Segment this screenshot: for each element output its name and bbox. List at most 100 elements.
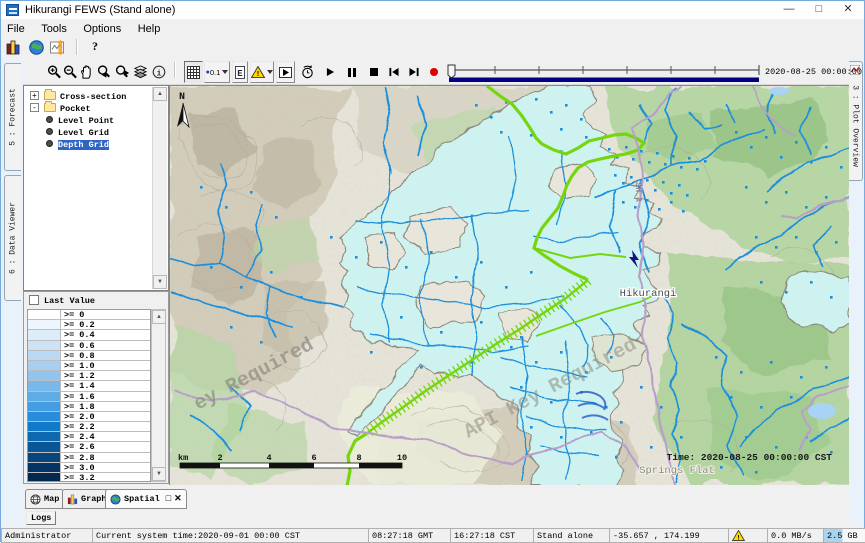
legend-row[interactable]: >= 0.6: [28, 341, 150, 351]
tree-item-pocket[interactable]: - Pocket: [26, 102, 151, 114]
close-button[interactable]: ✕: [833, 2, 863, 18]
logs-button[interactable]: Logs: [26, 511, 56, 525]
svg-text:i: i: [156, 68, 161, 78]
tab-plot-overview[interactable]: 3 : Plot Overview: [847, 61, 863, 181]
info-icon[interactable]: i: [152, 61, 166, 83]
pan-hand-icon[interactable]: [79, 61, 94, 83]
timeseries-icon[interactable]: [50, 40, 67, 55]
legend-row[interactable]: >= 2.6: [28, 442, 150, 452]
menu-file[interactable]: File: [1, 21, 31, 35]
class-interval-dropdown[interactable]: ●0.1: [204, 61, 230, 83]
legend-row[interactable]: >= 3.2: [28, 473, 150, 482]
legend-row[interactable]: >= 0.4: [28, 330, 150, 340]
logs-row: Logs: [23, 511, 849, 528]
tab-map[interactable]: Map: [25, 489, 64, 509]
maximize-button[interactable]: □: [804, 2, 834, 18]
legend-row[interactable]: >= 1.6: [28, 392, 150, 402]
legend-swatch: [28, 320, 61, 329]
legend-row[interactable]: >= 2.0: [28, 412, 150, 422]
close-tab-icon[interactable]: ✕: [174, 494, 182, 504]
restore-tab-icon[interactable]: □: [166, 494, 171, 504]
main-toolbar: ?: [1, 36, 864, 59]
legend-row[interactable]: >= 2.8: [28, 453, 150, 463]
tab-spatial[interactable]: Spatial □ ✕: [105, 489, 187, 509]
tab-forecast[interactable]: 5 : Forecast: [4, 63, 21, 171]
legend-row[interactable]: >= 0.2: [28, 320, 150, 330]
animation-panel-button[interactable]: [276, 61, 295, 83]
scroll-down-icon[interactable]: ▼: [153, 275, 167, 289]
legend-swatch: [28, 442, 61, 451]
expand-icon[interactable]: +: [30, 91, 39, 100]
tab-data-viewer[interactable]: 6 : Data Viewer: [4, 175, 21, 301]
legend-row[interactable]: >= 0.8: [28, 351, 150, 361]
legend-row[interactable]: >= 1.2: [28, 371, 150, 381]
svg-text:6: 6: [311, 453, 316, 463]
map-view[interactable]: N ey Required API Key Required Hikurangi…: [169, 85, 849, 485]
tree-item-level-point[interactable]: Level Point: [26, 114, 151, 126]
legend-swatch: [28, 341, 61, 350]
play-button[interactable]: [326, 61, 335, 83]
legend-label: >= 1.6: [61, 392, 150, 401]
layers-icon[interactable]: [133, 61, 148, 83]
record-button[interactable]: [429, 61, 438, 83]
svg-text:E: E: [237, 69, 243, 79]
status-system-time: Current system time:2020-09-01 00:00 CST: [92, 528, 368, 543]
collapse-icon[interactable]: -: [30, 103, 39, 112]
grid-button[interactable]: [184, 61, 203, 83]
scroll-up-icon[interactable]: ▲: [153, 87, 167, 101]
folder-icon: [44, 103, 56, 112]
pause-button[interactable]: [347, 61, 356, 83]
status-memory: 2.5 GB: [823, 528, 865, 543]
menu-tools[interactable]: Tools: [35, 21, 73, 35]
zoom-previous-icon[interactable]: [96, 61, 113, 83]
last-value-checkbox[interactable]: [29, 295, 39, 305]
status-warning-icon[interactable]: !: [732, 530, 745, 541]
help-button[interactable]: ?: [92, 39, 98, 54]
tree-item-level-grid[interactable]: Level Grid: [26, 126, 151, 138]
bottom-tab-bar: Map Graph Spatial □ ✕: [23, 485, 849, 511]
tree-scrollbar[interactable]: ▲ ▼: [152, 87, 167, 289]
legend-label: >= 2.2: [61, 422, 150, 431]
legend-row[interactable]: >= 2.2: [28, 422, 150, 432]
zoom-out-icon[interactable]: [63, 61, 78, 83]
zoom-in-icon[interactable]: [47, 61, 62, 83]
status-gmt-time: 08:27:18 GMT: [368, 528, 450, 543]
globe-icon[interactable]: [29, 40, 44, 55]
menu-options[interactable]: Options: [77, 21, 127, 35]
right-tab-strip: 3 : Plot Overview: [847, 59, 864, 526]
skip-to-end-button[interactable]: [409, 61, 419, 83]
legend-label: >= 0.2: [61, 320, 150, 329]
zoom-next-icon[interactable]: [114, 61, 131, 83]
legend-label: >= 2.6: [61, 442, 150, 451]
timeline-handle[interactable]: [448, 65, 455, 78]
legend-swatch: [28, 330, 61, 339]
legend-label: >= 1.2: [61, 371, 150, 380]
status-user: Administrator: [1, 528, 92, 543]
layer-bullet-icon: [46, 140, 53, 147]
legend-label: >= 0.4: [61, 330, 150, 339]
legend-row[interactable]: >= 1.8: [28, 402, 150, 412]
legend-row[interactable]: >= 1.4: [28, 381, 150, 391]
timeline-slider[interactable]: [447, 62, 761, 82]
legend-row[interactable]: >= 0: [28, 310, 150, 320]
compass-label: N: [179, 92, 185, 103]
skip-to-start-button[interactable]: [389, 61, 399, 83]
legend-label: >= 2.0: [61, 412, 150, 421]
scroll-down-icon[interactable]: ▼: [152, 467, 166, 481]
scroll-up-icon[interactable]: ▲: [152, 310, 166, 324]
legend-scrollbar[interactable]: ▲ ▼: [151, 309, 166, 482]
legend-swatch: [28, 371, 61, 380]
legend-edit-button[interactable]: E: [232, 61, 248, 83]
database-icon[interactable]: [6, 40, 21, 55]
legend-swatch: [28, 351, 61, 360]
menu-help[interactable]: Help: [132, 21, 167, 35]
legend-row[interactable]: >= 1.0: [28, 361, 150, 371]
timer-icon[interactable]: [300, 61, 315, 83]
svg-text:!: !: [736, 534, 740, 541]
legend-row[interactable]: >= 2.4: [28, 432, 150, 442]
tree-item-depth-grid[interactable]: Depth Grid: [26, 138, 151, 150]
warning-dropdown[interactable]: !: [250, 61, 274, 83]
stop-button[interactable]: [369, 61, 378, 83]
minimize-button[interactable]: —: [774, 2, 804, 18]
legend-row[interactable]: >= 3.0: [28, 463, 150, 473]
